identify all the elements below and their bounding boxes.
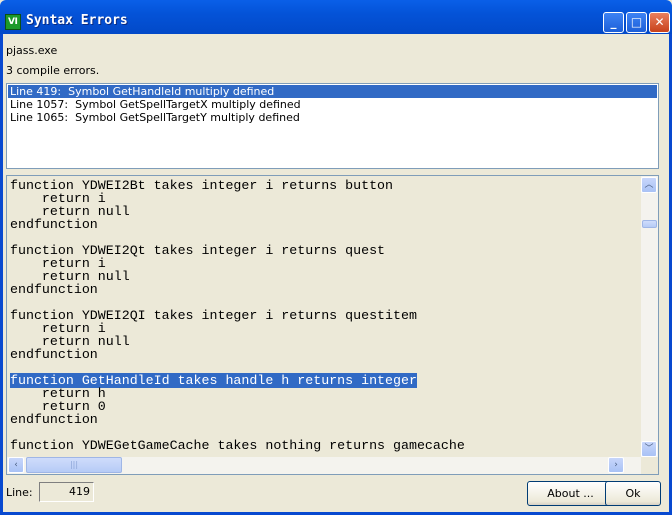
code-text[interactable]: function YDWEI2Bt takes integer i return…: [10, 179, 642, 459]
code-line: endfunction: [10, 347, 98, 362]
line-number-field: 419: [39, 482, 94, 502]
maximize-button[interactable]: □: [626, 12, 647, 33]
code-line: endfunction: [10, 282, 98, 297]
scroll-up-icon[interactable]: ︿: [641, 177, 657, 193]
code-line: return null: [10, 204, 130, 219]
horizontal-scroll-thumb[interactable]: |||: [26, 457, 122, 473]
minimize-button[interactable]: _: [603, 12, 624, 33]
scroll-corner: [641, 457, 658, 474]
program-label: pjass.exe: [6, 44, 58, 57]
code-line: return null: [10, 334, 130, 349]
code-line: return 0: [10, 399, 106, 414]
code-view[interactable]: function YDWEI2Bt takes integer i return…: [6, 175, 659, 475]
vertical-scroll-thumb[interactable]: [642, 220, 657, 228]
title-bar: Ⅵ Syntax Errors _ □ ✕: [0, 0, 672, 34]
error-summary: 3 compile errors.: [6, 64, 100, 77]
vertical-scrollbar[interactable]: ︿ ﹀: [641, 176, 658, 458]
ok-button[interactable]: Ok: [605, 481, 661, 506]
scroll-down-icon[interactable]: ﹀: [641, 441, 657, 457]
about-button[interactable]: About ...: [527, 481, 614, 506]
window-title: Syntax Errors: [26, 13, 128, 28]
code-line: function YDWEGetGameCache takes nothing …: [10, 438, 465, 453]
error-item[interactable]: Line 1057: Symbol GetSpellTargetX multip…: [8, 98, 657, 111]
scroll-right-icon[interactable]: ›: [608, 457, 624, 473]
error-list[interactable]: Line 419: Symbol GetHandleId multiply de…: [6, 83, 659, 169]
horizontal-scrollbar[interactable]: ‹ ||| ›: [7, 457, 641, 474]
code-line: return null: [10, 269, 130, 284]
app-logo-icon: Ⅵ: [5, 14, 21, 30]
error-item[interactable]: Line 419: Symbol GetHandleId multiply de…: [8, 85, 657, 98]
line-label: Line:: [6, 486, 33, 499]
close-button[interactable]: ✕: [649, 12, 670, 33]
error-item[interactable]: Line 1065: Symbol GetSpellTargetY multip…: [8, 111, 657, 124]
code-line: endfunction: [10, 217, 98, 232]
code-line: endfunction: [10, 412, 98, 427]
scroll-left-icon[interactable]: ‹: [8, 457, 24, 473]
